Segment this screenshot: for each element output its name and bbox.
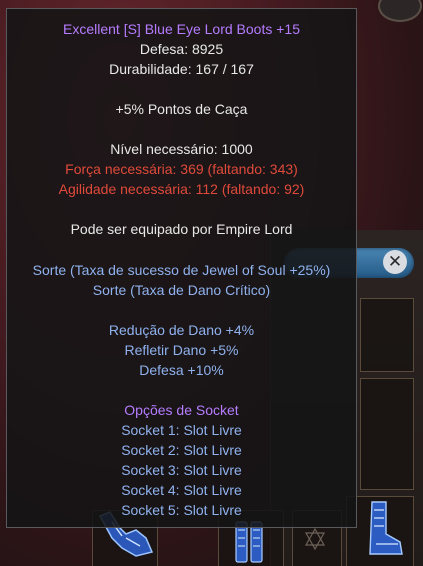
socket-line: Socket 3: Slot Livre — [121, 462, 242, 478]
inventory-slot[interactable] — [360, 378, 414, 490]
item-bonus: +5% Pontos de Caça — [115, 101, 248, 117]
socket-line: Socket 5: Slot Livre — [121, 502, 242, 518]
item-name: Excellent [S] Blue Eye Lord Boots +15 — [63, 21, 300, 37]
socket-line: Socket 2: Slot Livre — [121, 442, 242, 458]
star-icon — [304, 528, 326, 550]
level-requirement: Nível necessário: 1000 — [110, 141, 253, 157]
excellent-option: Defesa +10% — [139, 362, 224, 378]
item-defense: Defesa: 8925 — [139, 41, 224, 57]
agility-requirement: Agilidade necessária: 112 (faltando: 92) — [58, 181, 305, 197]
close-icon[interactable]: ✕ — [383, 250, 407, 274]
socket-title: Opções de Socket — [124, 402, 239, 418]
luck-option: Sorte (Taxa de sucesso de Jewel of Soul … — [32, 262, 331, 278]
item-tooltip: Excellent [S] Blue Eye Lord Boots +15 De… — [6, 8, 357, 528]
item-durability: Durabilidade: 167 / 167 — [109, 61, 254, 77]
luck-option: Sorte (Taxa de Dano Crítico) — [92, 282, 271, 298]
socket-line: Socket 1: Slot Livre — [121, 422, 242, 438]
menu-button[interactable] — [378, 0, 422, 22]
equip-class: Pode ser equipado por Empire Lord — [70, 221, 293, 237]
inventory-slot[interactable] — [360, 298, 414, 372]
excellent-option: Refletir Dano +5% — [124, 342, 239, 358]
boots-icon[interactable] — [366, 500, 406, 558]
socket-line: Socket 4: Slot Livre — [121, 482, 242, 498]
excellent-option: Redução de Dano +4% — [108, 322, 255, 338]
strength-requirement: Força necessária: 369 (faltando: 343) — [65, 161, 298, 177]
game-screen: ✕ Excellent [S] Blue Eye Lord Boots +15 … — [0, 0, 423, 566]
